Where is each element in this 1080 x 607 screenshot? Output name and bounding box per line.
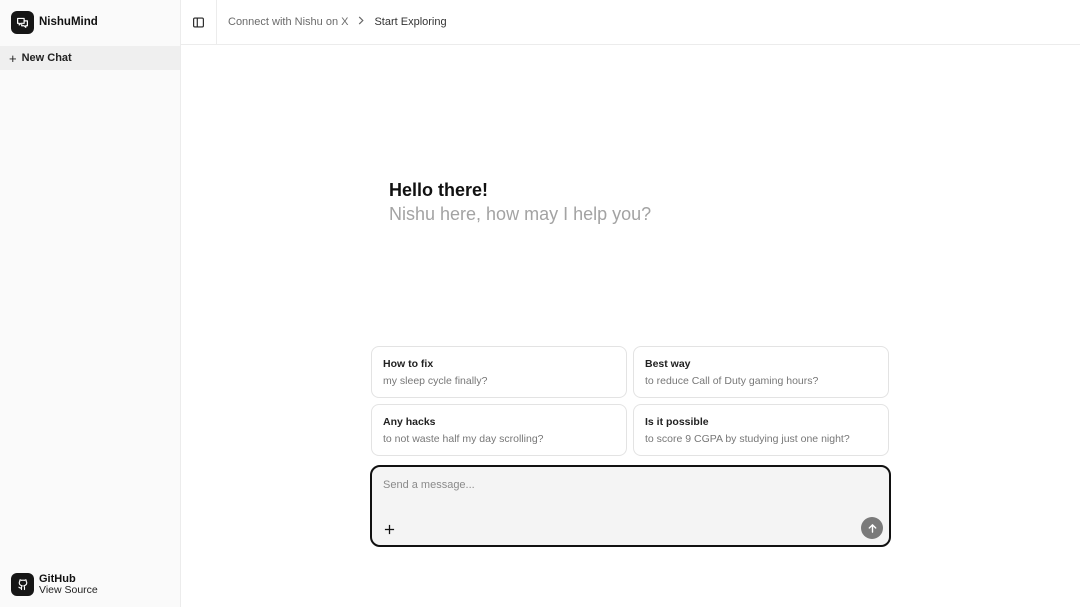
chevron-right-icon — [357, 16, 365, 28]
suggestion-grid: How to fix my sleep cycle finally? Best … — [371, 346, 890, 456]
suggestion-subtitle: to not waste half my day scrolling? — [383, 433, 544, 445]
chat-bubbles-icon — [11, 10, 34, 34]
top-bar: Connect with Nishu on X Start Exploring — [181, 0, 1080, 45]
github-title: GitHub — [39, 572, 76, 585]
breadcrumb-link[interactable]: Connect with Nishu on X — [228, 16, 348, 28]
greeting-subtitle: Nishu here, how may I help you? — [389, 204, 652, 224]
plus-icon: + — [9, 50, 17, 66]
github-icon — [11, 573, 34, 596]
sidebar-toggle-button[interactable] — [181, 0, 217, 45]
new-chat-button[interactable]: + New Chat — [0, 46, 180, 70]
suggestion-card[interactable]: How to fix my sleep cycle finally? — [371, 346, 627, 398]
suggestion-subtitle: to score 9 CGPA by studying just one nig… — [645, 433, 850, 445]
suggestion-title: Best way — [645, 358, 691, 370]
suggestion-card[interactable]: Is it possible to score 9 CGPA by studyi… — [633, 404, 889, 456]
suggestion-subtitle: my sleep cycle finally? — [383, 375, 488, 387]
suggestion-title: Is it possible — [645, 416, 709, 428]
breadcrumb-current[interactable]: Start Exploring — [374, 16, 446, 28]
suggestion-title: How to fix — [383, 358, 434, 370]
suggestion-subtitle: to reduce Call of Duty gaming hours? — [645, 375, 819, 387]
send-button[interactable] — [861, 517, 883, 539]
attach-button[interactable] — [382, 522, 396, 536]
app-root: NishuMind + New Chat GitHub View Source — [0, 0, 1080, 607]
brand-name: NishuMind — [39, 16, 98, 28]
sidebar-toggle-icon — [193, 16, 204, 28]
message-composer — [370, 465, 891, 547]
main-panel: Connect with Nishu on X Start Exploring … — [181, 0, 1080, 607]
sidebar: NishuMind + New Chat GitHub View Source — [0, 0, 181, 607]
greeting: Hello there! Nishu here, how may I help … — [389, 180, 651, 225]
breadcrumb: Connect with Nishu on X Start Exploring — [228, 16, 447, 28]
plus-icon — [384, 524, 394, 534]
suggestion-title: Any hacks — [383, 416, 436, 428]
suggestion-card[interactable]: Any hacks to not waste half my day scrol… — [371, 404, 627, 456]
brand[interactable]: NishuMind — [0, 0, 180, 44]
message-input[interactable] — [383, 475, 863, 495]
github-subtitle: View Source — [39, 583, 98, 596]
suggestion-card[interactable]: Best way to reduce Call of Duty gaming h… — [633, 346, 889, 398]
arrow-up-icon — [868, 523, 876, 533]
greeting-title: Hello there! — [389, 180, 489, 200]
github-link[interactable]: GitHub View Source — [11, 573, 98, 596]
new-chat-label: New Chat — [21, 52, 72, 64]
